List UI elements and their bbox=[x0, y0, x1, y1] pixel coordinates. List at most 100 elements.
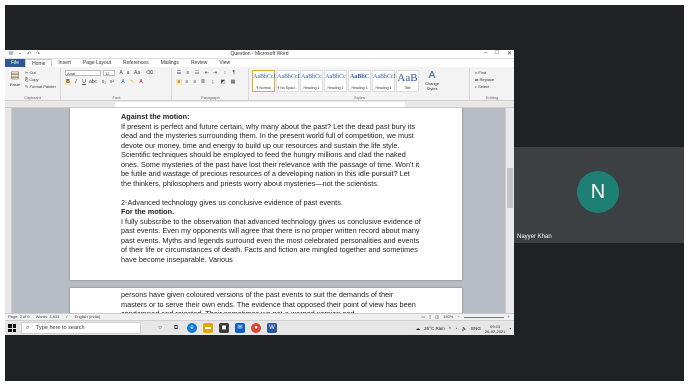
tab-mailings[interactable]: Mailings bbox=[155, 59, 185, 67]
tab-insert[interactable]: Insert bbox=[52, 59, 77, 67]
copy-button[interactable]: ⎘ Copy bbox=[25, 77, 39, 82]
shading-icon[interactable]: ◩ bbox=[220, 79, 226, 85]
justify-icon[interactable]: ≣ bbox=[200, 79, 206, 85]
highlight-icon[interactable]: ✎ bbox=[129, 79, 135, 85]
style-title[interactable]: AaB Title bbox=[396, 70, 419, 92]
paragraph: For the motion. bbox=[121, 207, 175, 216]
page-text: persons have given coloured versions of … bbox=[121, 290, 421, 313]
weather-text[interactable]: 26°C Rain bbox=[424, 326, 445, 331]
shrink-font-icon[interactable]: a bbox=[125, 70, 131, 76]
window-controls: – □ ✕ bbox=[484, 50, 512, 57]
superscript-icon[interactable]: x² bbox=[109, 79, 115, 85]
search-icon: ⌕ bbox=[26, 325, 30, 331]
subscript-icon[interactable]: x₂ bbox=[101, 79, 107, 85]
windows-start-icon[interactable] bbox=[8, 324, 16, 332]
align-center-icon[interactable]: ≡ bbox=[184, 79, 190, 85]
paragraph-label: Paragraph bbox=[201, 95, 220, 100]
task-view-icon[interactable]: ⧉ bbox=[171, 323, 181, 333]
editing-group: ⌕ Find ⇄ Replace ▹ Select Editing bbox=[471, 68, 513, 100]
show-marks-icon[interactable]: ¶ bbox=[231, 70, 237, 76]
style-no-spacing[interactable]: AaBbCcDc ¶ No Spaci... bbox=[276, 70, 305, 92]
store-icon[interactable]: ◼ bbox=[219, 323, 229, 333]
tab-references[interactable]: References bbox=[117, 59, 155, 67]
style-heading-4[interactable]: AaBbCcI Heading 4 bbox=[372, 70, 396, 92]
editing-label: Editing bbox=[485, 95, 499, 100]
cut-button[interactable]: ✂ Cut bbox=[25, 70, 36, 75]
tab-home[interactable]: Home bbox=[25, 59, 53, 67]
style-normal[interactable]: AaBbCcDc ¶ Normal bbox=[252, 70, 281, 92]
change-case-icon[interactable]: Aa bbox=[134, 70, 140, 76]
grow-font-icon[interactable]: A bbox=[118, 70, 124, 76]
network-icon[interactable]: ◔ bbox=[455, 326, 458, 331]
underline-icon[interactable]: U bbox=[81, 79, 87, 85]
cortana-icon[interactable]: ○ bbox=[155, 323, 165, 333]
zoom-slider[interactable] bbox=[463, 316, 504, 318]
bullets-icon[interactable]: ☰ bbox=[176, 70, 182, 76]
style-heading-3[interactable]: AaBbC Heading 3 bbox=[348, 70, 371, 92]
taskbar-search-input[interactable]: ⌕ Type here to search bbox=[21, 322, 141, 334]
decrease-indent-icon[interactable]: ⇤ bbox=[204, 70, 210, 76]
sort-icon[interactable]: ↕ bbox=[222, 70, 228, 76]
volume-icon[interactable]: 🔈 bbox=[462, 326, 468, 332]
minimize-button[interactable]: – bbox=[484, 50, 487, 57]
vertical-ruler[interactable] bbox=[5, 108, 12, 313]
ribbon: ▤ Paste ✂ Cut ⎘ Copy ✎ Format Painter Cl… bbox=[5, 67, 514, 101]
tab-file[interactable]: File bbox=[5, 59, 26, 67]
clock[interactable]: 09:13 26-07-2021 bbox=[485, 324, 505, 334]
chrome-icon[interactable]: ● bbox=[251, 323, 261, 333]
style-heading-2[interactable]: AaBbCc Heading 2 bbox=[324, 70, 347, 92]
document-area: Against the motion: If present is perfec… bbox=[12, 108, 505, 313]
vertical-scrollbar[interactable] bbox=[505, 108, 514, 313]
italic-icon[interactable]: I bbox=[73, 79, 79, 85]
weather-icon: ☁ bbox=[415, 325, 421, 331]
font-label: Font bbox=[112, 95, 121, 100]
scrollbar-thumb[interactable] bbox=[507, 168, 513, 208]
font-name-select[interactable]: Arial bbox=[65, 70, 101, 76]
increase-indent-icon[interactable]: ⇥ bbox=[212, 70, 218, 76]
style-heading-1[interactable]: AaBbCc Heading 1 bbox=[300, 70, 323, 92]
paste-button[interactable]: ▤ Paste bbox=[8, 70, 22, 88]
tray-chevron-icon[interactable]: ^ bbox=[449, 326, 451, 331]
align-right-icon[interactable]: ≡ bbox=[192, 79, 198, 85]
bold-icon[interactable]: B bbox=[65, 79, 71, 85]
line-spacing-icon[interactable]: ↨ bbox=[210, 79, 216, 85]
notification-icon[interactable]: ▪ bbox=[509, 326, 511, 331]
multilevel-list-icon[interactable]: ☷ bbox=[194, 70, 200, 76]
numbering-icon[interactable]: ≡ bbox=[185, 70, 191, 76]
file-explorer-icon[interactable]: ▬ bbox=[203, 323, 213, 333]
find-button[interactable]: ⌕ Find bbox=[475, 70, 486, 75]
font-group: Arial 12 A a Aa ⌫ B I U abc x₂ x² A ✎ A … bbox=[62, 68, 172, 100]
edge-icon[interactable]: e bbox=[187, 323, 197, 333]
tab-view[interactable]: View bbox=[213, 59, 236, 67]
close-button[interactable]: ✕ bbox=[507, 50, 512, 57]
paragraph: persons have given coloured versions of … bbox=[121, 290, 416, 313]
font-color-icon[interactable]: A bbox=[138, 79, 144, 85]
word-taskbar-icon[interactable]: W bbox=[267, 323, 277, 333]
paragraph-group: ☰ ≡ ☷ ⇤ ⇥ ↕ ¶ ≡ ≡ ≡ ≣ ↨ ◩ ▦ Paragraph bbox=[173, 68, 249, 100]
clipboard-label: Clipboard bbox=[23, 95, 42, 100]
styles-group: AaBbCcDc ¶ Normal AaBbCcDc ¶ No Spaci... A… bbox=[250, 68, 470, 100]
format-painter-button[interactable]: ✎ Format Painter bbox=[25, 84, 56, 89]
change-styles-button[interactable]: A Change Styles bbox=[424, 70, 440, 91]
maximize-button[interactable]: □ bbox=[495, 50, 499, 57]
document-page[interactable]: persons have given coloured versions of … bbox=[70, 288, 462, 313]
paragraph: If present is perfect and future certain… bbox=[121, 121, 422, 188]
strikethrough-icon[interactable]: abc bbox=[89, 79, 97, 85]
font-size-select[interactable]: 12 bbox=[103, 70, 115, 76]
horizontal-ruler[interactable] bbox=[5, 101, 514, 108]
clear-format-icon[interactable]: ⌫ bbox=[146, 70, 153, 76]
text-effects-icon[interactable]: A bbox=[120, 79, 126, 85]
tab-review[interactable]: Review bbox=[185, 59, 213, 67]
document-page[interactable]: Against the motion: If present is perfec… bbox=[70, 108, 462, 280]
borders-icon[interactable]: ▦ bbox=[230, 79, 236, 85]
paragraph: I fully subscribe to the observation tha… bbox=[121, 216, 423, 264]
mail-icon[interactable]: ✉ bbox=[235, 323, 245, 333]
language-indicator[interactable]: ENG bbox=[471, 326, 481, 331]
status-bar: Page: 2 of 9 Words: 3,833 ✓ English (Ind… bbox=[5, 313, 514, 320]
select-button[interactable]: ▹ Select bbox=[475, 84, 489, 89]
participant-tile[interactable]: N Nayyer Khan bbox=[514, 147, 684, 243]
align-left-icon[interactable]: ≡ bbox=[176, 79, 182, 85]
tab-page-layout[interactable]: Page Layout bbox=[77, 59, 117, 67]
shared-screen: W ▪ ↶ ↷ Question - Microsoft Word – □ ✕ … bbox=[5, 50, 514, 335]
replace-button[interactable]: ⇄ Replace bbox=[475, 77, 494, 82]
